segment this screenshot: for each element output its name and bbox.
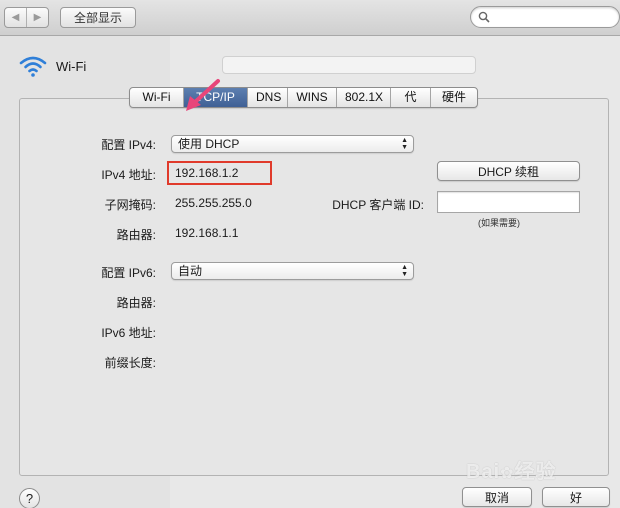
search-icon <box>478 11 490 23</box>
configure-ipv6-label: 配置 IPv6: <box>101 266 156 280</box>
annotation-arrow-icon <box>186 79 220 111</box>
tab-8021x[interactable]: 802.1X <box>337 88 391 107</box>
tab-wifi[interactable]: Wi-Fi <box>130 88 184 107</box>
router-value: 192.168.1.1 <box>175 226 239 240</box>
popup-arrows-icon: ▲ ▼ <box>401 137 408 151</box>
ipv4-address-label: IPv4 地址: <box>101 168 156 182</box>
dhcp-renew-button[interactable]: DHCP 续租 <box>437 161 580 181</box>
router-label: 路由器: <box>116 228 156 242</box>
ip-highlight-box <box>167 161 272 185</box>
dhcp-client-id-input[interactable] <box>437 191 580 213</box>
help-button[interactable]: ? <box>19 488 40 508</box>
forward-button[interactable]: ▶ <box>26 8 48 27</box>
tab-proxies[interactable]: 代理 <box>391 88 431 107</box>
nav-buttons: ◀ ▶ <box>4 7 49 28</box>
subnet-mask-value: 255.255.255.0 <box>175 196 252 210</box>
ok-button[interactable]: 好 <box>542 487 610 507</box>
ipv6-router-label: 路由器: <box>116 296 156 310</box>
dhcp-client-id-label: DHCP 客户端 ID: <box>332 198 424 212</box>
configure-ipv4-value: 使用 DHCP <box>178 137 240 151</box>
tab-dns[interactable]: DNS <box>248 88 288 107</box>
cancel-button[interactable]: 取消 <box>462 487 532 507</box>
ipv6-address-label: IPv6 地址: <box>101 326 156 340</box>
configure-ipv4-label: 配置 IPv4: <box>101 138 156 152</box>
advanced-settings-sheet <box>19 98 609 476</box>
configure-ipv4-popup[interactable]: 使用 DHCP ▲ ▼ <box>171 135 414 153</box>
subnet-mask-label: 子网掩码: <box>104 198 156 212</box>
watermark-logo: Bai✿经验 <box>466 461 557 483</box>
popup-arrows-icon: ▲ ▼ <box>401 264 408 278</box>
wifi-icon <box>19 56 47 77</box>
tab-wins[interactable]: WINS <box>288 88 337 107</box>
show-all-button[interactable]: 全部显示 <box>60 7 136 28</box>
tab-hardware[interactable]: 硬件 <box>431 88 477 107</box>
toolbar: ◀ ▶ 全部显示 <box>0 0 620 36</box>
back-button[interactable]: ◀ <box>5 8 26 27</box>
configure-ipv6-popup[interactable]: 自动 ▲ ▼ <box>171 262 414 280</box>
location-popup-faded <box>222 56 476 74</box>
sidebar-item-label: Wi-Fi <box>56 58 87 74</box>
prefix-length-label: 前缀长度: <box>104 356 156 370</box>
client-id-hint: (如果需要) <box>478 218 520 228</box>
sidebar-item-wifi[interactable]: Wi-Fi <box>18 54 86 78</box>
search-input[interactable] <box>470 6 620 28</box>
configure-ipv6-value: 自动 <box>178 264 203 278</box>
